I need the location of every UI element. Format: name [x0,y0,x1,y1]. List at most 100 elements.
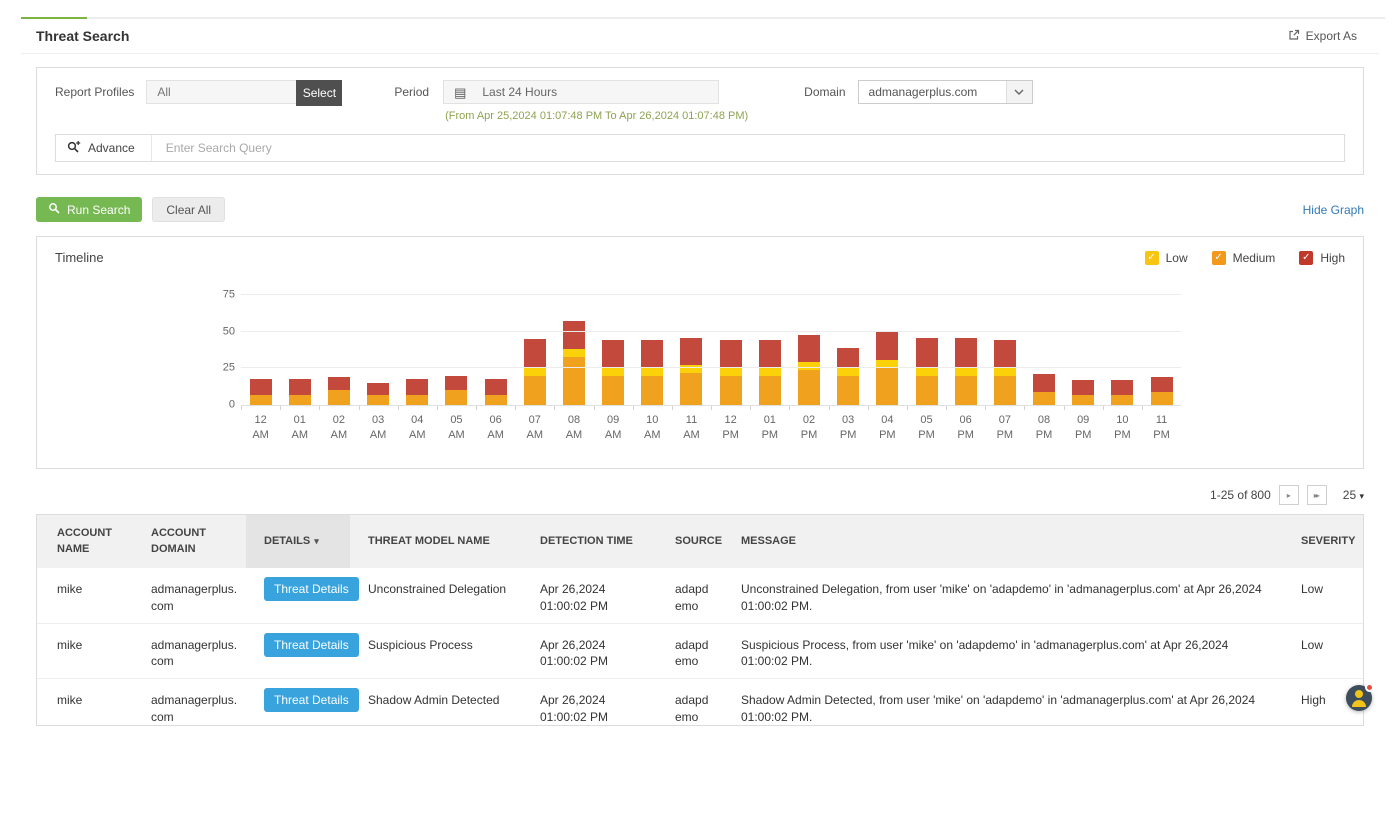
column-header-detection-time[interactable]: DETECTION TIME [522,515,657,568]
x-tick-meridiem: PM [868,428,907,443]
x-tick-hour: 06 [476,413,515,428]
bar-segment-high [367,383,389,395]
legend-checkbox-medium[interactable]: ✓ [1212,251,1226,265]
chart-bar-05am [437,295,476,405]
x-tick-meridiem: PM [1024,428,1063,443]
last-page-button[interactable]: ▸▸ [1307,485,1327,505]
x-tick-meridiem: AM [672,428,711,443]
stacked-bar [445,295,467,405]
bar-segment-low [720,368,742,375]
threat-model-cell: Shadow Admin Detected [350,679,522,726]
threat-details-button[interactable]: Threat Details [264,633,359,657]
page-size-select[interactable]: 25 ▾ [1343,488,1364,502]
hide-graph-link[interactable]: Hide Graph [1303,203,1364,217]
bar-segment-low [955,368,977,375]
x-tick-label: 06PM [946,406,985,444]
stacked-bar [1151,295,1173,405]
x-tick-meridiem: AM [398,428,437,443]
export-as-button[interactable]: Export As [1288,29,1357,44]
gridline [241,331,1181,332]
x-tick-label: 08AM [554,406,593,444]
x-tick-label: 03AM [359,406,398,444]
x-tick-meridiem: PM [907,428,946,443]
x-tick-hour: 11 [672,413,711,428]
bar-segment-high [720,340,742,368]
bar-segment-high [289,379,311,395]
x-tick-hour: 03 [829,413,868,428]
chart-bar-06am [476,295,515,405]
advance-label: Advance [88,141,135,155]
chart-bar-06pm [946,295,985,405]
bar-segment-medium [798,370,820,405]
chart-bar-04pm [868,295,907,405]
bar-segment-low [837,368,859,375]
column-header-details[interactable]: DETAILS▾ [246,515,350,568]
x-tick-label: 01AM [280,406,319,444]
stacked-bar [955,295,977,405]
detection-time-cell: Apr 26,2024 01:00:02 PM [522,623,657,679]
column-header-threat-model-name[interactable]: THREAT MODEL NAME [350,515,522,568]
x-tick-meridiem: PM [789,428,828,443]
next-page-button[interactable]: ▸ [1279,485,1299,505]
run-search-button[interactable]: Run Search [36,197,142,222]
column-header-message[interactable]: MESSAGE [723,515,1283,568]
detection-time-cell: Apr 26,2024 01:00:02 PM [522,679,657,726]
period-field[interactable]: ▤ Last 24 Hours [443,80,719,104]
bar-segment-high [680,338,702,366]
stacked-bar [289,295,311,405]
message-cell: Unconstrained Delegation, from user 'mik… [723,568,1283,623]
chart-bar-11pm [1142,295,1181,405]
legend-item-medium[interactable]: ✓Medium [1212,251,1276,265]
chevron-down-icon [1006,81,1032,103]
source-cell: adapdemo [657,679,723,726]
advance-search-button[interactable]: Advance [56,135,152,161]
threat-details-button[interactable]: Threat Details [264,688,359,712]
y-tick-label: 75 [211,290,235,301]
legend-item-low[interactable]: ✓Low [1145,251,1188,265]
severity-cell: Low [1283,623,1363,679]
bar-segment-low [798,362,820,369]
column-header-account-name[interactable]: ACCOUNT NAME [37,515,133,568]
export-icon [1288,29,1300,44]
chart-bar-11am [672,295,711,405]
chart-xlabels: 12AM01AM02AM03AM04AM05AM06AM07AM08AM09AM… [241,406,1181,444]
chart-bar-08pm [1024,295,1063,405]
stacked-bar [720,295,742,405]
select-button[interactable]: Select [296,80,342,106]
x-tick-label: 04PM [868,406,907,444]
x-tick-label: 03PM [829,406,868,444]
chart-bar-09pm [1064,295,1103,405]
bar-segment-medium [563,357,585,405]
column-header-severity[interactable]: SEVERITY [1283,515,1363,568]
stacked-bar [837,295,859,405]
advanced-search-bar: Advance [55,134,1345,162]
clear-all-button[interactable]: Clear All [152,197,225,222]
x-tick-meridiem: AM [437,428,476,443]
x-tick-meridiem: AM [476,428,515,443]
bar-segment-medium [328,390,350,405]
y-tick-label: 0 [211,400,235,411]
legend-item-high[interactable]: ✓High [1299,251,1345,265]
column-header-source[interactable]: SOURCE [657,515,723,568]
column-header-account-domain[interactable]: ACCOUNT DOMAIN [133,515,246,568]
legend-checkbox-low[interactable]: ✓ [1145,251,1159,265]
bar-segment-medium [367,395,389,405]
threat-details-button[interactable]: Threat Details [264,577,359,601]
results-table-panel: ACCOUNT NAME ACCOUNT DOMAIN DETAILS▾ THR… [36,514,1364,726]
bar-segment-high [994,340,1016,368]
legend-checkbox-high[interactable]: ✓ [1299,251,1313,265]
bar-segment-medium [1151,392,1173,405]
x-tick-hour: 05 [437,413,476,428]
details-cell: Threat Details [246,568,350,623]
period-range-text: (From Apr 25,2024 01:07:48 PM To Apr 26,… [443,110,748,122]
search-query-input[interactable] [152,141,1344,155]
page-title: Threat Search [36,28,129,44]
domain-select[interactable]: admanagerplus.com [858,80,1033,104]
bar-segment-high [445,376,467,391]
assistant-bubble-button[interactable] [1346,685,1372,711]
report-profiles-field[interactable]: All Select [146,80,342,104]
bar-segment-medium [1111,395,1133,405]
x-tick-hour: 09 [594,413,633,428]
bar-segment-medium [994,376,1016,405]
threat-model-cell: Suspicious Process [350,623,522,679]
